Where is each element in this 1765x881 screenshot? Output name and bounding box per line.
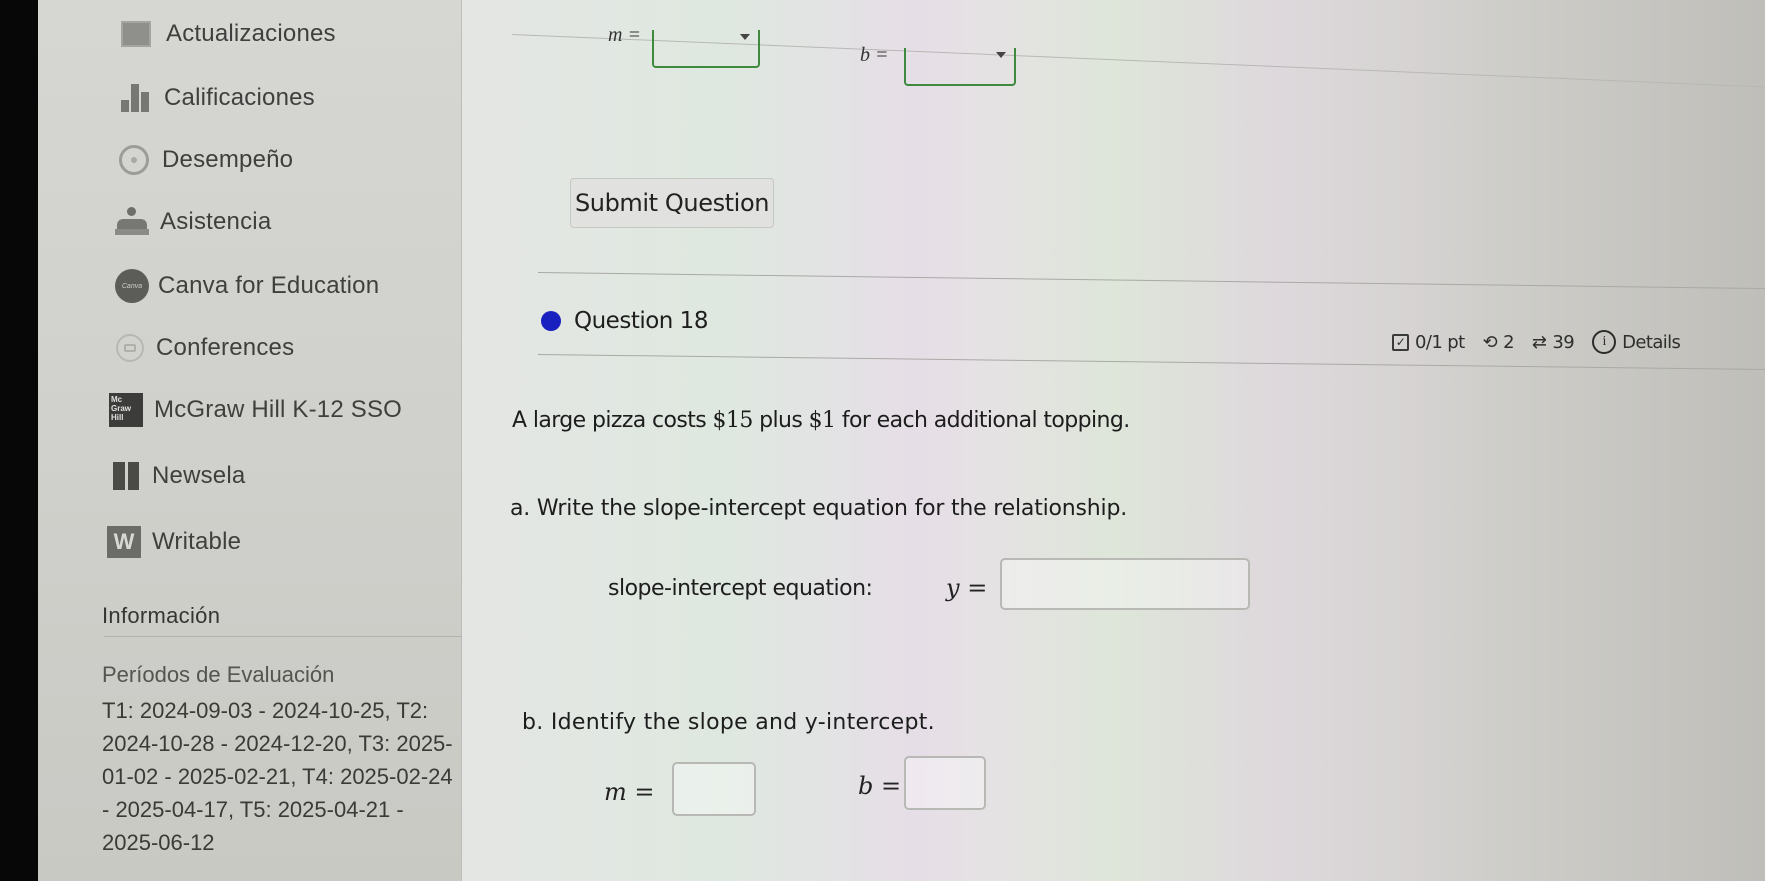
info-divider	[104, 636, 484, 637]
info-icon[interactable]: i	[1592, 330, 1617, 354]
sidebar-item-desempeno[interactable]: Desempeño	[38, 138, 462, 182]
chevron-down-icon	[740, 34, 750, 40]
problem-text: A large pizza costs	[512, 408, 713, 433]
previous-b-label: b =	[860, 44, 889, 66]
topping-price: $1	[808, 408, 836, 433]
question-divider-bottom	[537, 354, 1765, 371]
sidebar-item-label: Asistencia	[160, 208, 272, 235]
details-link[interactable]: Details	[1622, 332, 1681, 353]
sidebar: Actualizaciones Calificaciones Desempeño…	[38, 0, 484, 881]
checkbox-score-icon: ✓	[1392, 333, 1409, 351]
grading-periods-heading: Períodos de Evaluación	[102, 662, 335, 687]
submit-question-button[interactable]: Submit Question	[570, 178, 774, 228]
screen-bezel	[0, 0, 40, 881]
sidebar-item-calificaciones[interactable]: Calificaciones	[38, 76, 462, 120]
sidebar-item-label: Canva for Education	[158, 272, 380, 299]
writable-icon: W	[106, 526, 142, 558]
score-value: 0/1 pt	[1415, 331, 1465, 353]
base-price: $15	[712, 408, 754, 433]
part-b-prompt: b. Identify the slope and y-intercept.	[522, 710, 935, 735]
sidebar-item-newsela[interactable]: Newsela	[38, 454, 462, 498]
equation-input[interactable]	[1000, 558, 1250, 610]
y-equals-label: y =	[946, 574, 988, 602]
chevron-down-icon	[996, 52, 1006, 58]
question-divider-top	[537, 272, 1765, 290]
attempts-icon: ⇄	[1531, 331, 1547, 353]
sidebar-item-conferences[interactable]: Conferences	[38, 326, 462, 370]
sidebar-item-asistencia[interactable]: Asistencia	[38, 200, 462, 244]
sidebar-item-label: Actualizaciones	[166, 20, 336, 47]
newsela-icon	[108, 461, 144, 491]
m-equals-label: m =	[604, 778, 655, 806]
sidebar-item-label: McGraw Hill K-12 SSO	[154, 396, 403, 423]
grades-icon	[118, 83, 154, 113]
sidebar-item-actualizaciones[interactable]: Actualizaciones	[38, 12, 462, 56]
previous-m-label: m =	[608, 24, 641, 46]
previous-b-dropdown[interactable]	[904, 48, 1016, 86]
problem-text: for each additional topping.	[835, 408, 1130, 433]
conferences-icon	[112, 333, 148, 363]
b-equals-label: b =	[858, 772, 902, 800]
problem-statement: A large pizza costs $15 plus $1 for each…	[512, 408, 1130, 433]
mcgraw-hill-icon: Mc Graw Hill	[108, 393, 144, 427]
retries-count: 2	[1503, 331, 1514, 353]
question-meta: ✓ 0/1 pt ⟲ 2 ⇄ 39 i Details	[1392, 330, 1681, 354]
intercept-input[interactable]	[904, 756, 986, 810]
sidebar-item-label: Desempeño	[162, 146, 294, 173]
performance-icon	[116, 145, 152, 175]
updates-icon	[118, 19, 154, 49]
part-a-prompt: a. Write the slope-intercept equation fo…	[510, 496, 1128, 521]
sidebar-item-label: Newsela	[152, 462, 246, 489]
question-title: Question 18	[574, 308, 708, 334]
sidebar-item-writable[interactable]: W Writable	[38, 520, 462, 564]
previous-m-dropdown[interactable]	[652, 30, 760, 68]
problem-text: plus	[752, 408, 809, 433]
grading-periods-text: T1: 2024-09-03 - 2024-10-25, T2: 2024-10…	[102, 698, 453, 855]
retry-icon: ⟲	[1482, 331, 1498, 353]
question-status-dot	[541, 311, 561, 331]
sidebar-item-canva[interactable]: Canva Canva for Education	[38, 264, 462, 308]
sidebar-item-label: Calificaciones	[164, 84, 315, 111]
info-heading: Información	[102, 603, 221, 628]
sidebar-item-label: Conferences	[156, 334, 295, 361]
sidebar-item-mcgraw-hill[interactable]: Mc Graw Hill McGraw Hill K-12 SSO	[38, 388, 462, 432]
canva-icon: Canva	[114, 269, 150, 303]
slope-input[interactable]	[672, 762, 756, 816]
sidebar-item-label: Writable	[152, 528, 242, 555]
attempts-count: 39	[1552, 331, 1575, 353]
slope-intercept-label: slope-intercept equation:	[608, 576, 873, 601]
attendance-icon	[114, 207, 150, 237]
question-panel: m = b = Submit Question Question 18 ✓ 0/…	[462, 0, 1765, 881]
